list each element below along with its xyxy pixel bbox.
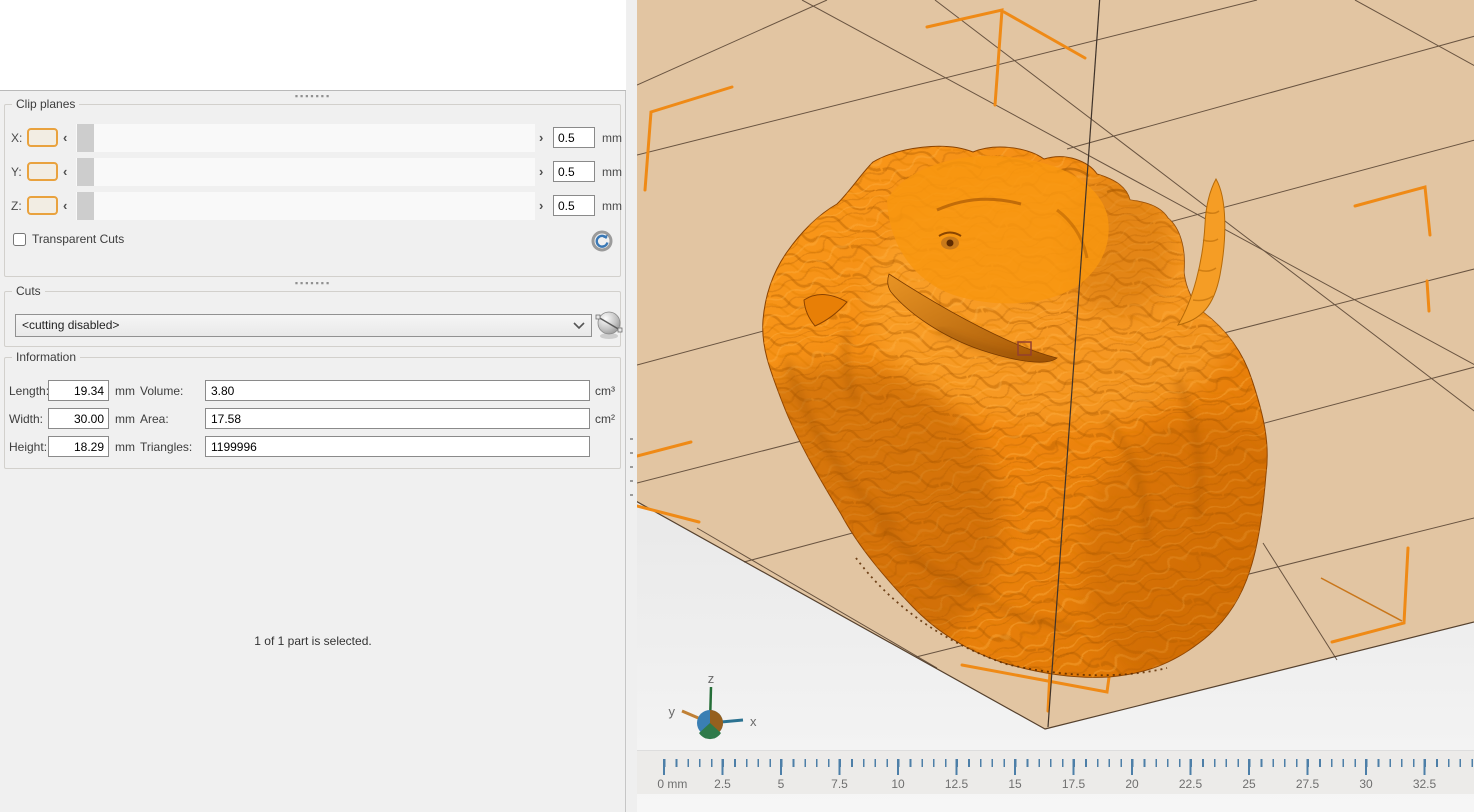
volume-unit: cm³ [595,384,615,398]
ruler-label: 12.5 [944,777,969,791]
length-input[interactable] [48,380,109,401]
info-row-width-area: Width: mm Area: cm² [5,408,617,430]
triangles-label: Triangles: [140,440,193,454]
clip-plane-row-z: Z: ‹ › mm [5,191,622,221]
area-label: Area: [140,412,169,426]
ruler-label: 32.5 [1412,777,1437,791]
ruler-label: 27.5 [1295,777,1320,791]
viewport-3d[interactable]: z y x 0 mm 2.5 5 7.5 10 12.5 15 17.5 20 … [637,0,1474,812]
axis-gizmo: z y x [669,671,757,740]
ruler-label: 17.5 [1061,777,1086,791]
transparent-cuts-label: Transparent Cuts [32,232,125,246]
clip-y-toggle-button[interactable] [27,162,58,181]
cuts-group: Cuts <cutting disabled> [4,284,621,347]
info-row-height-triangles: Height: mm Triangles: [5,436,617,458]
ruler-mm: 0 mm 2.5 5 7.5 10 12.5 15 17.5 20 22.5 2… [637,750,1474,794]
ruler-label: 0 mm [657,777,688,791]
width-unit: mm [115,412,135,426]
height-label: Height: [9,440,48,454]
clip-x-right-arrow-icon[interactable]: › [539,130,543,145]
ruler-label: 2.5 [714,777,731,791]
ruler-label: 7.5 [831,777,848,791]
clip-z-toggle-button[interactable] [27,196,58,215]
chevron-down-icon [573,322,585,330]
height-unit: mm [115,440,135,454]
horizontal-splitter-handle[interactable]: ▪▪▪▪▪▪▪ [0,92,626,102]
ruler-label: 20 [1125,777,1139,791]
clip-y-slider[interactable] [76,158,535,186]
horizontal-splitter-handle-2[interactable]: ▪▪▪▪▪▪▪ [0,279,626,289]
clip-x-value-input[interactable] [553,127,595,148]
transparent-cuts-checkbox[interactable] [13,233,26,246]
clip-y-label: Y: [11,165,22,179]
axis-x-label: x [750,714,757,729]
width-input[interactable] [48,408,109,429]
clip-z-label: Z: [11,199,22,213]
area-input[interactable] [205,408,590,429]
length-label: Length: [9,384,50,398]
cut-sphere-icon[interactable] [594,309,624,341]
clip-x-slider[interactable] [76,124,535,152]
volume-label: Volume: [140,384,184,398]
clip-planes-title: Clip planes [12,97,80,111]
ruler-label: 25 [1242,777,1256,791]
clip-planes-group: Clip planes X: ‹ › mm Y: ‹ › mm Z: ‹ › [4,97,622,277]
clip-y-value-input[interactable] [553,161,595,182]
ruler-label: 15 [1008,777,1022,791]
clip-x-label: X: [11,131,23,145]
parts-list-area[interactable] [0,0,626,91]
cutting-mode-dropdown[interactable]: <cutting disabled> [15,314,592,337]
volume-input[interactable] [205,380,590,401]
clip-x-left-arrow-icon[interactable]: ‹ [63,130,67,145]
clip-z-right-arrow-icon[interactable]: › [539,198,543,213]
clip-y-left-arrow-icon[interactable]: ‹ [63,164,67,179]
ruler-label: 10 [891,777,905,791]
reset-clip-planes-icon[interactable] [590,229,614,253]
scene-canvas[interactable]: z y x [637,0,1474,812]
ruler-minor-ticks [664,759,1474,767]
clip-y-slider-thumb[interactable] [77,158,94,186]
axis-z-label: z [708,671,715,686]
left-panel: ▪▪▪▪▪▪▪ Clip planes X: ‹ › mm Y: ‹ › mm … [0,0,626,812]
clip-z-value-input[interactable] [553,195,595,216]
clip-x-unit: mm [602,131,622,145]
info-row-length-volume: Length: mm Volume: cm³ [5,380,617,402]
vertical-splitter[interactable] [627,0,637,812]
width-label: Width: [9,412,44,426]
clip-x-toggle-button[interactable] [27,128,58,147]
height-input[interactable] [48,436,109,457]
clip-z-left-arrow-icon[interactable]: ‹ [63,198,67,213]
clip-y-right-arrow-icon[interactable]: › [539,164,543,179]
vertical-splitter-dots [630,438,633,498]
area-unit: cm² [595,412,615,426]
cutting-mode-selected: <cutting disabled> [22,318,120,332]
clip-z-slider-thumb[interactable] [77,192,94,220]
ruler-label: 30 [1359,777,1373,791]
cuts-title: Cuts [12,284,45,298]
selection-status-text: 1 of 1 part is selected. [254,634,372,648]
triangles-input[interactable] [205,436,590,457]
ruler-label: 22.5 [1178,777,1203,791]
clip-plane-row-x: X: ‹ › mm [5,123,622,153]
information-group: Information Length: mm Volume: cm³ Width… [4,350,621,469]
clip-z-unit: mm [602,199,622,213]
axis-y-label: y [669,704,676,719]
clip-x-slider-thumb[interactable] [77,124,94,152]
model-eye [946,239,954,247]
clip-plane-row-y: Y: ‹ › mm [5,157,622,187]
information-title: Information [12,350,81,364]
ruler-label: 5 [777,777,785,791]
clip-y-unit: mm [602,165,622,179]
clip-z-slider[interactable] [76,192,535,220]
length-unit: mm [115,384,135,398]
